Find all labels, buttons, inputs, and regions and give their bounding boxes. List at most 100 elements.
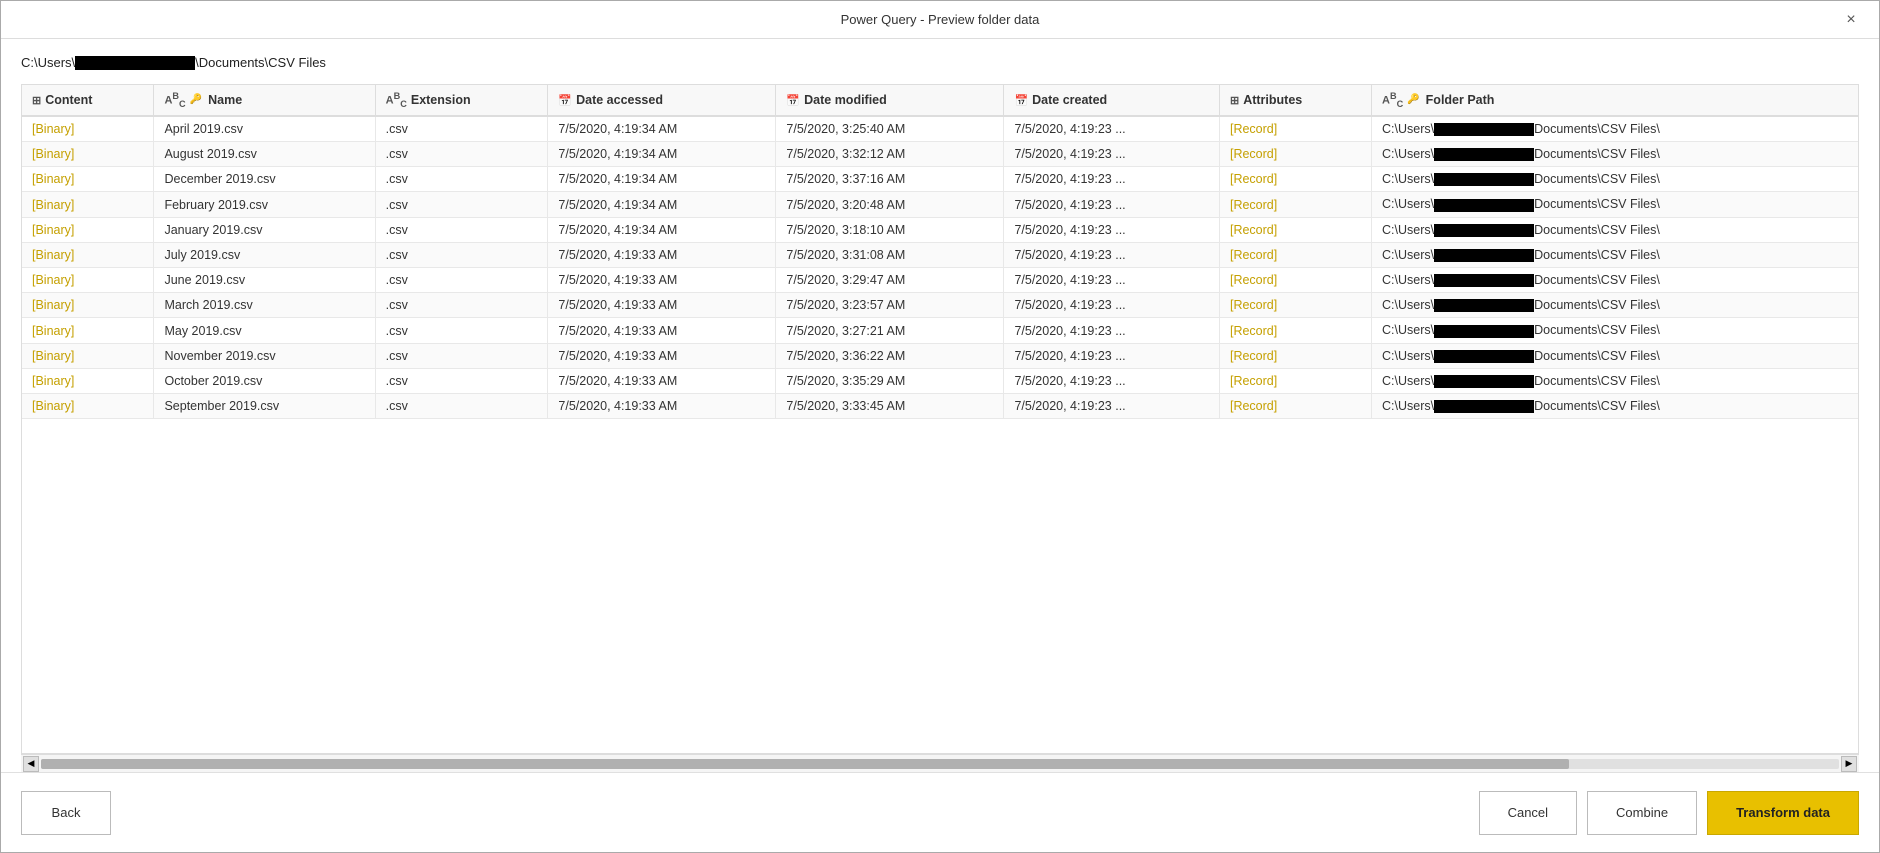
folder-path-redacted [1434,224,1534,237]
table-row: [Binary]April 2019.csv.csv7/5/2020, 4:19… [22,116,1858,142]
dialog-footer: Back Cancel Combine Transform data [1,772,1879,852]
attributes-icon: ⊞ [1230,94,1239,107]
scroll-track[interactable] [41,759,1839,769]
col-header-content[interactable]: ⊞ Content [22,85,154,116]
table-row: [Binary]May 2019.csv.csv7/5/2020, 4:19:3… [22,318,1858,343]
table-header-row: ⊞ Content ABC 🔑 Name [22,85,1858,116]
cell-date_created: 7/5/2020, 4:19:23 ... [1004,268,1220,293]
cell-name: April 2019.csv [154,116,375,142]
cell-date_modified: 7/5/2020, 3:36:22 AM [776,343,1004,368]
cell-name: October 2019.csv [154,368,375,393]
col-header-extension[interactable]: ABC Extension [375,85,548,116]
path-redacted-username [75,56,195,70]
cell-attributes: [Record] [1219,242,1371,267]
folder-path-redacted [1434,173,1534,186]
folder-path-redacted [1434,299,1534,312]
cell-date_created: 7/5/2020, 4:19:23 ... [1004,167,1220,192]
col-header-folder-path[interactable]: ABC 🔑 Folder Path [1372,85,1858,116]
cell-date_accessed: 7/5/2020, 4:19:33 AM [548,394,776,419]
cell-attributes: [Record] [1219,343,1371,368]
data-table-container[interactable]: ⊞ Content ABC 🔑 Name [21,84,1859,754]
cell-attributes: [Record] [1219,217,1371,242]
folder-path-redacted [1434,249,1534,262]
table-row: [Binary]March 2019.csv.csv 7/5/2020, 4:19… [22,293,1858,318]
col-header-date-created[interactable]: 📅 Date created [1004,85,1220,116]
col-header-name[interactable]: ABC 🔑 Name [154,85,375,116]
scroll-thumb[interactable] [41,759,1569,769]
cell-name: January 2019.csv [154,217,375,242]
cell-attributes: [Record] [1219,268,1371,293]
cell-date_created: 7/5/2020, 4:19:23 ... [1004,318,1220,343]
folder-path-redacted [1434,400,1534,413]
cell-content: [Binary] [22,293,154,318]
cell-date_modified: 7/5/2020, 3:25:40 AM [776,116,1004,142]
cell-extension: .csv [375,167,548,192]
table-row: [Binary]November 2019.csv.csv7/5/2020, 4… [22,343,1858,368]
cell-extension: .csv [375,293,548,318]
cell-attributes: [Record] [1219,318,1371,343]
cell-content: [Binary] [22,394,154,419]
cell-name: December 2019.csv [154,167,375,192]
footer-right-buttons: Cancel Combine Transform data [1479,791,1859,835]
cell-date_accessed: 7/5/2020, 4:19:33 AM [548,318,776,343]
col-header-date-modified[interactable]: 📅 Date modified [776,85,1004,116]
cell-date_accessed: 7/5/2020, 4:19:34 AM [548,142,776,167]
data-table: ⊞ Content ABC 🔑 Name [22,85,1858,419]
table-row: [Binary]December 2019.csv.csv 7/5/2020, 4… [22,167,1858,192]
cell-date_created: 7/5/2020, 4:19:23 ... [1004,116,1220,142]
cell-date_modified: 7/5/2020, 3:37:16 AM [776,167,1004,192]
transform-data-button[interactable]: Transform data [1707,791,1859,835]
cell-date_modified: 7/5/2020, 3:35:29 AM [776,368,1004,393]
cell-extension: .csv [375,368,548,393]
cell-date_accessed: 7/5/2020, 4:19:33 AM [548,268,776,293]
cell-date_accessed: 7/5/2020, 4:19:34 AM [548,116,776,142]
cell-attributes: [Record] [1219,167,1371,192]
cell-attributes: [Record] [1219,394,1371,419]
cell-extension: .csv [375,116,548,142]
cell-content: [Binary] [22,242,154,267]
folder-path-abc-icon: ABC [1382,91,1403,109]
cell-folder_path: C:\Users\Documents\CSV Files\ [1372,142,1858,167]
cell-folder_path: C:\Users\Documents\CSV Files\ [1372,293,1858,318]
title-bar: Power Query - Preview folder data × [1,1,1879,39]
cell-date_created: 7/5/2020, 4:19:23 ... [1004,293,1220,318]
cell-extension: .csv [375,217,548,242]
table-row: [Binary]August 2019.csv.csv7/5/2020, 4:1… [22,142,1858,167]
path-suffix: \Documents\CSV Files [195,55,326,70]
cell-name: May 2019.csv [154,318,375,343]
cell-folder_path: C:\Users\Documents\CSV Files\ [1372,343,1858,368]
table-row: [Binary]January 2019.csv.csv7/5/2020, 4:… [22,217,1858,242]
table-row: [Binary]October 2019.csv.csv7/5/2020, 4:… [22,368,1858,393]
cell-date_modified: 7/5/2020, 3:33:45 AM [776,394,1004,419]
cell-date_accessed: 7/5/2020, 4:19:33 AM [548,368,776,393]
cell-content: [Binary] [22,318,154,343]
horizontal-scrollbar[interactable]: ◀ ▶ [21,754,1859,772]
scroll-right-arrow[interactable]: ▶ [1841,756,1857,772]
close-button[interactable]: × [1839,8,1863,32]
abc-name-icon: ABC [164,91,185,109]
cell-date_modified: 7/5/2020, 3:20:48 AM [776,192,1004,217]
cell-name: September 2019.csv [154,394,375,419]
cell-name: June 2019.csv [154,268,375,293]
folder-key-icon: 🔑 [1407,94,1419,105]
cell-content: [Binary] [22,217,154,242]
cell-folder_path: C:\Users\Documents\CSV Files\ [1372,394,1858,419]
col-header-attributes[interactable]: ⊞ Attributes [1219,85,1371,116]
cell-name: March 2019.csv [154,293,375,318]
cell-folder_path: C:\Users\Documents\CSV Files\ [1372,167,1858,192]
cell-folder_path: C:\Users\Documents\CSV Files\ [1372,242,1858,267]
cell-folder_path: C:\Users\Documents\CSV Files\ [1372,192,1858,217]
cell-content: [Binary] [22,167,154,192]
cell-date_created: 7/5/2020, 4:19:23 ... [1004,343,1220,368]
scroll-left-arrow[interactable]: ◀ [23,756,39,772]
col-header-date-accessed[interactable]: 📅 Date accessed [548,85,776,116]
cell-folder_path: C:\Users\Documents\CSV Files\ [1372,268,1858,293]
back-button[interactable]: Back [21,791,111,835]
cancel-button[interactable]: Cancel [1479,791,1577,835]
table-row: [Binary]February 2019.csv.csv7/5/2020, 4… [22,192,1858,217]
dialog-window: Power Query - Preview folder data × C:\U… [0,0,1880,853]
folder-path-redacted [1434,350,1534,363]
combine-button[interactable]: Combine [1587,791,1697,835]
cell-date_created: 7/5/2020, 4:19:23 ... [1004,242,1220,267]
cell-date_modified: 7/5/2020, 3:31:08 AM [776,242,1004,267]
